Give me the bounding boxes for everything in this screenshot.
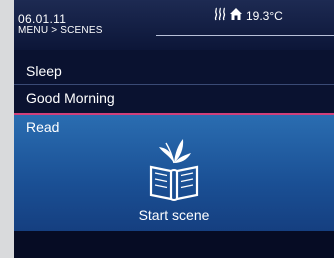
start-scene-button[interactable]: Start scene [14,207,334,223]
scene-item-read[interactable]: Read Start scene [14,115,334,231]
temperature-display: 19.3°C [246,9,283,23]
status-icons: 19.3°C [214,7,283,26]
scene-item-good-morning[interactable]: Good Morning [14,84,334,110]
scene-item-label: Sleep [26,63,62,79]
scene-item-sleep[interactable]: Sleep [14,58,334,84]
device-screen: 06.01.11 MENU > SCENES 19.3°C Sleep Good… [14,0,334,258]
heating-icon [214,7,226,26]
scene-item-label: Read [26,119,60,135]
breadcrumb: MENU > SCENES [18,25,103,36]
house-icon [229,7,243,26]
status-bar: 06.01.11 MENU > SCENES 19.3°C [14,0,334,50]
bottom-bar [14,231,334,258]
breadcrumb-underline [156,35,334,36]
date-display: 06.01.11 [18,12,67,26]
book-icon [147,133,201,208]
scene-item-label: Good Morning [26,90,115,106]
